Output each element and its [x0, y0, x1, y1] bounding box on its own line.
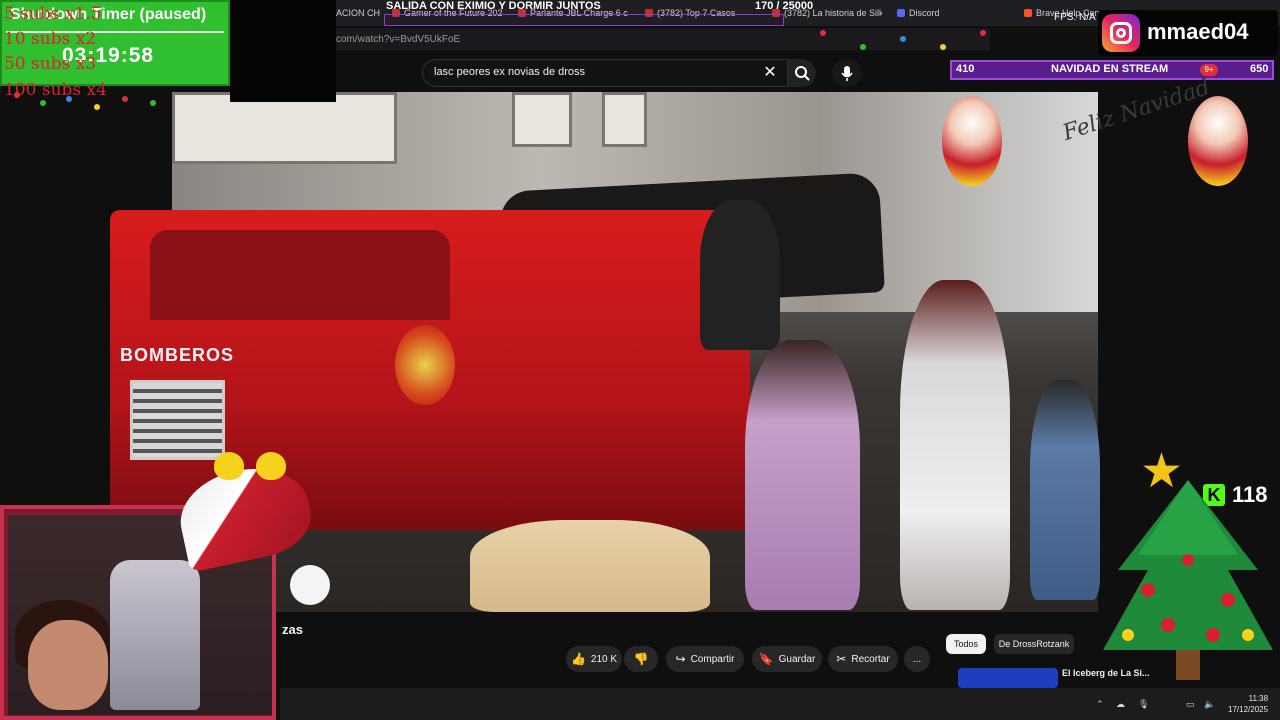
thumbs-up-icon: 👍 [570, 652, 586, 666]
goal-banner-text: SALIDA CON EXIMIO Y DORMIR JUNTOS [386, 0, 601, 12]
christmas-light [900, 36, 906, 42]
tab-label: ACION CH [336, 8, 381, 18]
fire-truck-grill [130, 380, 225, 460]
christmas-light [150, 100, 156, 106]
thumbs-down-icon: 👎 [633, 652, 649, 666]
video-frame-window [172, 92, 397, 164]
more-icon: ... [912, 653, 922, 665]
onedrive-icon[interactable]: ☁ [1116, 699, 1125, 710]
subs-multiplier-row: 5 subs x1.5 [4, 4, 102, 24]
santa-hat-pompom [290, 565, 330, 605]
fps-label: FPS: N/A [1054, 12, 1096, 23]
gaming-chair [110, 560, 200, 710]
clock-time: 11:38 [1248, 694, 1269, 703]
firefighter-figure [700, 200, 780, 350]
screen: ACION CH Gamer of the Future 2025 Parlan… [0, 0, 1280, 720]
video-frame-window [602, 92, 647, 147]
chip-todos[interactable]: Todos [946, 634, 986, 654]
like-button[interactable]: 👍 210 K [566, 646, 622, 672]
fire-truck-emblem [395, 325, 455, 405]
discord-icon [897, 9, 905, 17]
christmas-light [40, 100, 46, 106]
santa-duck-sticker [942, 96, 1002, 186]
brave-icon [1024, 9, 1032, 17]
duck-icon [256, 452, 286, 480]
voice-search-button[interactable] [832, 59, 862, 87]
christmas-light [820, 30, 826, 36]
scissors-icon: ✂ [836, 652, 847, 666]
christmas-light [860, 44, 866, 50]
clip-label: Recortar [851, 653, 890, 665]
woman-figure [745, 340, 860, 610]
santa-duck-sticker [1188, 96, 1248, 186]
share-button[interactable]: ↪ Compartir [666, 646, 744, 672]
like-count: 210 K [590, 653, 618, 665]
subs-multiplier-row: 50 subs x3 [4, 54, 97, 74]
navidad-title: NAVIDAD EN STREAM [1051, 63, 1169, 75]
share-label: Compartir [690, 653, 735, 665]
instagram-handle: mmaed04 [1147, 19, 1249, 44]
christmas-light [94, 104, 100, 110]
instagram-icon-lens [1116, 28, 1126, 38]
tab-label: Discord [909, 8, 940, 18]
subs-multiplier-row: 10 subs x2 [4, 29, 97, 49]
star-icon: ★ [1140, 445, 1184, 498]
url-text: com/watch?v=BvdV5UkFoE [336, 34, 461, 45]
streamer-face [28, 620, 108, 710]
fire-truck-cab [150, 230, 450, 320]
bookmark-icon: 🔖 [758, 652, 774, 666]
tab-item[interactable]: ACION CH [336, 4, 384, 22]
crowd-figure [470, 520, 710, 612]
related-video-thumbnail[interactable] [958, 668, 1058, 688]
video-frame-window [512, 92, 572, 147]
save-button[interactable]: 🔖 Guardar [752, 646, 822, 672]
microphone-tray-icon[interactable]: 🎙 [1138, 699, 1149, 710]
microphone-icon [841, 66, 853, 81]
tab-item[interactable]: Discord [897, 4, 1007, 22]
goal-count: 170 / 25000 [755, 0, 814, 12]
save-label: Guardar [778, 653, 816, 665]
subs-multiplier-panel [230, 0, 336, 102]
navidad-start-value: 410 [956, 63, 975, 75]
christmas-light [122, 96, 128, 102]
dislike-button[interactable]: 👎 [624, 646, 658, 672]
volume-icon[interactable]: 🔈 [1204, 699, 1215, 710]
search-input-value: lasc peores ex novias de dross [434, 66, 586, 78]
christmas-light [980, 30, 986, 36]
more-actions-button[interactable]: ... [904, 646, 930, 672]
christmas-light [940, 44, 946, 50]
clip-button[interactable]: ✂ Recortar [828, 646, 898, 672]
woman-figure [900, 280, 1010, 610]
navidad-end-value: 650 [1250, 63, 1269, 75]
christmas-light [66, 96, 72, 102]
share-icon: ↪ [675, 652, 686, 666]
search-button[interactable] [788, 59, 816, 87]
subs-multiplier-row: 100 subs x4 [4, 80, 107, 100]
chip-channel[interactable]: De DrossRotzank [994, 634, 1074, 654]
christmas-light [14, 92, 20, 98]
christmas-tree [1103, 480, 1273, 680]
fire-truck-text: BOMBEROS [120, 345, 235, 365]
search-icon [795, 66, 810, 81]
windows-taskbar [280, 688, 1280, 720]
network-icon[interactable]: ▭ [1186, 699, 1195, 710]
video-title: zas [282, 622, 303, 637]
clear-search-button[interactable]: ✕ [760, 63, 780, 83]
notification-badge: 9+ [1200, 64, 1218, 76]
taskbar-clock[interactable]: 11:38 17/12/2025 [1228, 693, 1268, 715]
man-figure [1030, 380, 1100, 600]
goal-progress-bar [384, 14, 784, 26]
duck-icon [214, 452, 244, 480]
tray-chevron-icon[interactable]: ⌃ [1096, 699, 1104, 710]
clock-date: 17/12/2025 [1228, 705, 1269, 714]
